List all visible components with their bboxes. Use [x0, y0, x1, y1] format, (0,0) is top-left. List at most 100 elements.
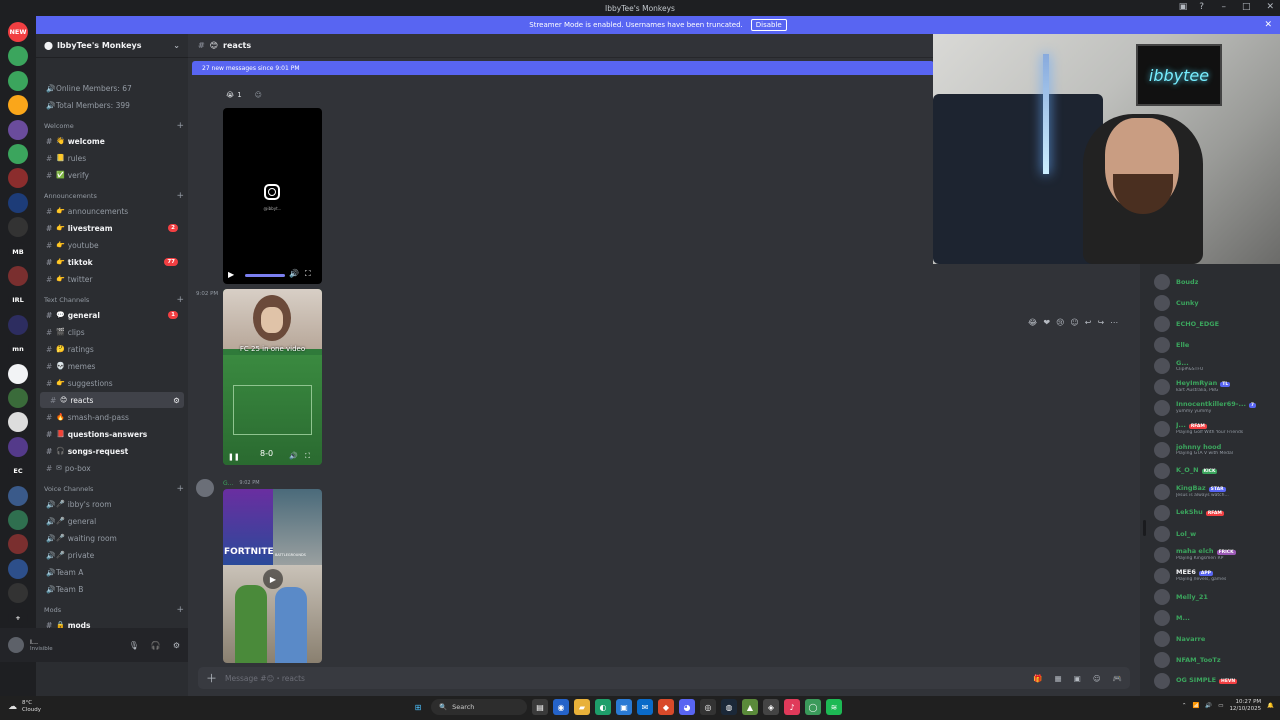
category-header[interactable]: Mods + — [44, 604, 184, 616]
channel-item[interactable]: # 💀 memes — [36, 358, 188, 374]
server-icon[interactable] — [8, 510, 28, 530]
volume-icon[interactable]: 🔊 — [1205, 703, 1212, 709]
channel-item[interactable]: 🔊 🎤 ibby's room — [36, 496, 188, 512]
gift-icon[interactable]: 🎁 — [1033, 674, 1042, 683]
obs-icon[interactable]: ◎ — [700, 699, 716, 715]
category-header[interactable]: Welcome + — [44, 120, 184, 132]
reaction-cry-icon[interactable]: 😢 — [1056, 318, 1064, 327]
avatar[interactable] — [196, 479, 214, 497]
channel-item[interactable]: # ✉ po-box — [36, 460, 188, 476]
server-icon[interactable] — [8, 46, 28, 67]
copilot-icon[interactable]: ◉ — [553, 699, 569, 715]
member-item[interactable]: K_O_N KICK — [1154, 461, 1278, 481]
member-item[interactable]: M... — [1154, 608, 1278, 628]
edge-icon[interactable]: ◐ — [595, 699, 611, 715]
server-icon[interactable] — [8, 266, 28, 286]
file-explorer-icon[interactable]: ▰ — [574, 699, 590, 715]
reaction-laugh-icon[interactable]: 😂 — [1028, 318, 1037, 327]
channel-item[interactable]: 🔊 🎤 waiting room — [36, 530, 188, 546]
forward-icon[interactable]: ↪ — [1097, 318, 1104, 327]
avatar[interactable] — [8, 637, 24, 653]
network-icon[interactable]: 📶 — [1193, 703, 1200, 709]
clock[interactable]: 10:27 PM 12/10/2025 — [1229, 699, 1261, 713]
close-icon[interactable]: ✕ — [1266, 2, 1274, 12]
category-header[interactable]: Announcements + — [44, 190, 184, 202]
reply-icon[interactable]: ↩ — [1085, 318, 1092, 327]
volume-icon[interactable]: 🔊 — [289, 269, 299, 278]
category-header[interactable]: Voice Channels + — [44, 483, 184, 495]
channel-item[interactable]: # 😊 reacts ⚙ — [40, 392, 184, 408]
app-icon[interactable]: ▲ — [742, 699, 758, 715]
sticker-icon[interactable]: ▣ — [1074, 674, 1081, 683]
app-icon[interactable]: ◈ — [763, 699, 779, 715]
member-item[interactable]: LekShu RFAM — [1154, 503, 1278, 523]
member-item[interactable]: Navarre — [1154, 629, 1278, 649]
inbox-icon[interactable]: ▣ — [1179, 2, 1188, 12]
microphone-icon[interactable]: 🎙 — [129, 641, 139, 650]
tiktok-icon[interactable]: ♪ — [784, 699, 800, 715]
member-item[interactable]: Innocentkiller69-... 7 yummy yummy — [1154, 398, 1278, 418]
windows-start-icon[interactable]: ⊞ — [410, 699, 426, 715]
member-item[interactable]: Elle — [1154, 335, 1278, 355]
weather-widget[interactable]: ☁ 8°C Cloudy — [8, 700, 41, 714]
member-item[interactable]: NFAM_TooTz — [1154, 650, 1278, 670]
chevron-down-icon[interactable]: ⌄ — [173, 41, 180, 50]
member-item[interactable]: OG SIMPLE HEVN — [1154, 671, 1278, 691]
emoji-icon[interactable]: ☺ — [1093, 674, 1101, 683]
create-channel-icon[interactable]: + — [176, 484, 184, 494]
video-embed[interactable]: @ibbyt... ▶ 🔊 ⛶ — [223, 108, 322, 284]
member-item[interactable]: Melly_21 — [1154, 587, 1278, 607]
member-item[interactable]: G... Clip#&STFU — [1154, 356, 1278, 376]
server-icon[interactable] — [8, 412, 28, 433]
battery-icon[interactable]: ▭ — [1218, 703, 1223, 709]
headphones-icon[interactable]: 🎧 — [151, 641, 161, 650]
server-icon[interactable] — [8, 144, 28, 164]
add-reaction-icon[interactable]: ☺ — [1070, 318, 1078, 327]
channel-item[interactable]: # 👋 welcome — [36, 133, 188, 149]
member-item[interactable]: Lol_w — [1154, 524, 1278, 544]
channel-item[interactable]: # 🎧 songs-request — [36, 443, 188, 459]
channel-item[interactable]: 🔊 🎤 general — [36, 513, 188, 529]
channel-item[interactable]: # 🤔 ratings — [36, 341, 188, 357]
server-icon[interactable] — [8, 314, 28, 335]
server-icon[interactable] — [8, 95, 28, 116]
brave-icon[interactable]: ◆ — [658, 699, 674, 715]
apps-icon[interactable]: 🎮 — [1113, 674, 1122, 683]
channel-item[interactable]: 🔊 Team B — [36, 581, 188, 597]
taskbar-search[interactable]: 🔍 Search — [431, 699, 527, 715]
channel-item[interactable]: # 👉 tiktok 77 — [36, 254, 188, 270]
server-icon[interactable] — [8, 192, 28, 213]
reaction-chip[interactable]: 😭 1 ☺ — [226, 91, 262, 99]
server-stat[interactable]: 🔊 Online Members: 67 — [36, 80, 188, 96]
channel-item[interactable]: # 👉 twitter — [36, 271, 188, 287]
member-item[interactable]: MEE6 APP Playing /levels, games — [1154, 566, 1278, 586]
minimize-icon[interactable]: – — [1221, 2, 1226, 12]
channel-item[interactable]: # 👉 youtube — [36, 237, 188, 253]
member-item[interactable]: johnny hood Playing GTA V with Medal — [1154, 440, 1278, 460]
member-item[interactable]: J... RFAM Playing Golf With Your Friends — [1154, 419, 1278, 439]
server-icon[interactable]: mn — [8, 339, 28, 360]
discord-icon[interactable]: ◕ — [679, 699, 695, 715]
channel-item[interactable]: # 📒 rules — [36, 150, 188, 166]
member-item[interactable]: ECHO_EDGE — [1154, 314, 1278, 334]
settings-gear-icon[interactable]: ⚙ — [173, 641, 180, 650]
channel-settings-icon[interactable]: ⚙ — [173, 396, 180, 405]
channel-item[interactable]: # 👉 livestream 2 — [36, 220, 188, 236]
server-icon[interactable] — [8, 168, 28, 189]
volume-icon[interactable]: 🔊 — [289, 452, 298, 460]
server-icon[interactable]: IRL — [8, 290, 28, 311]
category-header[interactable]: Text Channels + — [44, 294, 184, 306]
channel-item[interactable]: # 👉 suggestions — [36, 375, 188, 391]
fullscreen-icon[interactable]: ⛶ — [305, 269, 311, 279]
create-channel-icon[interactable]: + — [176, 121, 184, 131]
message-composer[interactable]: ＋ Message #😊・reacts 🎁 ▦ ▣ ☺ 🎮 — [198, 667, 1130, 689]
channel-item[interactable]: # 🎬 clips — [36, 324, 188, 340]
maximize-icon[interactable]: □ — [1242, 2, 1251, 12]
channel-item[interactable]: # ✅ verify — [36, 167, 188, 183]
create-channel-icon[interactable]: + — [176, 191, 184, 201]
server-icon[interactable]: EC — [8, 461, 28, 482]
member-item[interactable]: Cunky — [1154, 293, 1278, 313]
server-icon[interactable]: MB — [8, 241, 28, 262]
member-item[interactable]: maha elch FRICK Playing Kingsmen RP — [1154, 545, 1278, 565]
member-item[interactable]: HeyImRyan TL kart Australia, PBG — [1154, 377, 1278, 397]
